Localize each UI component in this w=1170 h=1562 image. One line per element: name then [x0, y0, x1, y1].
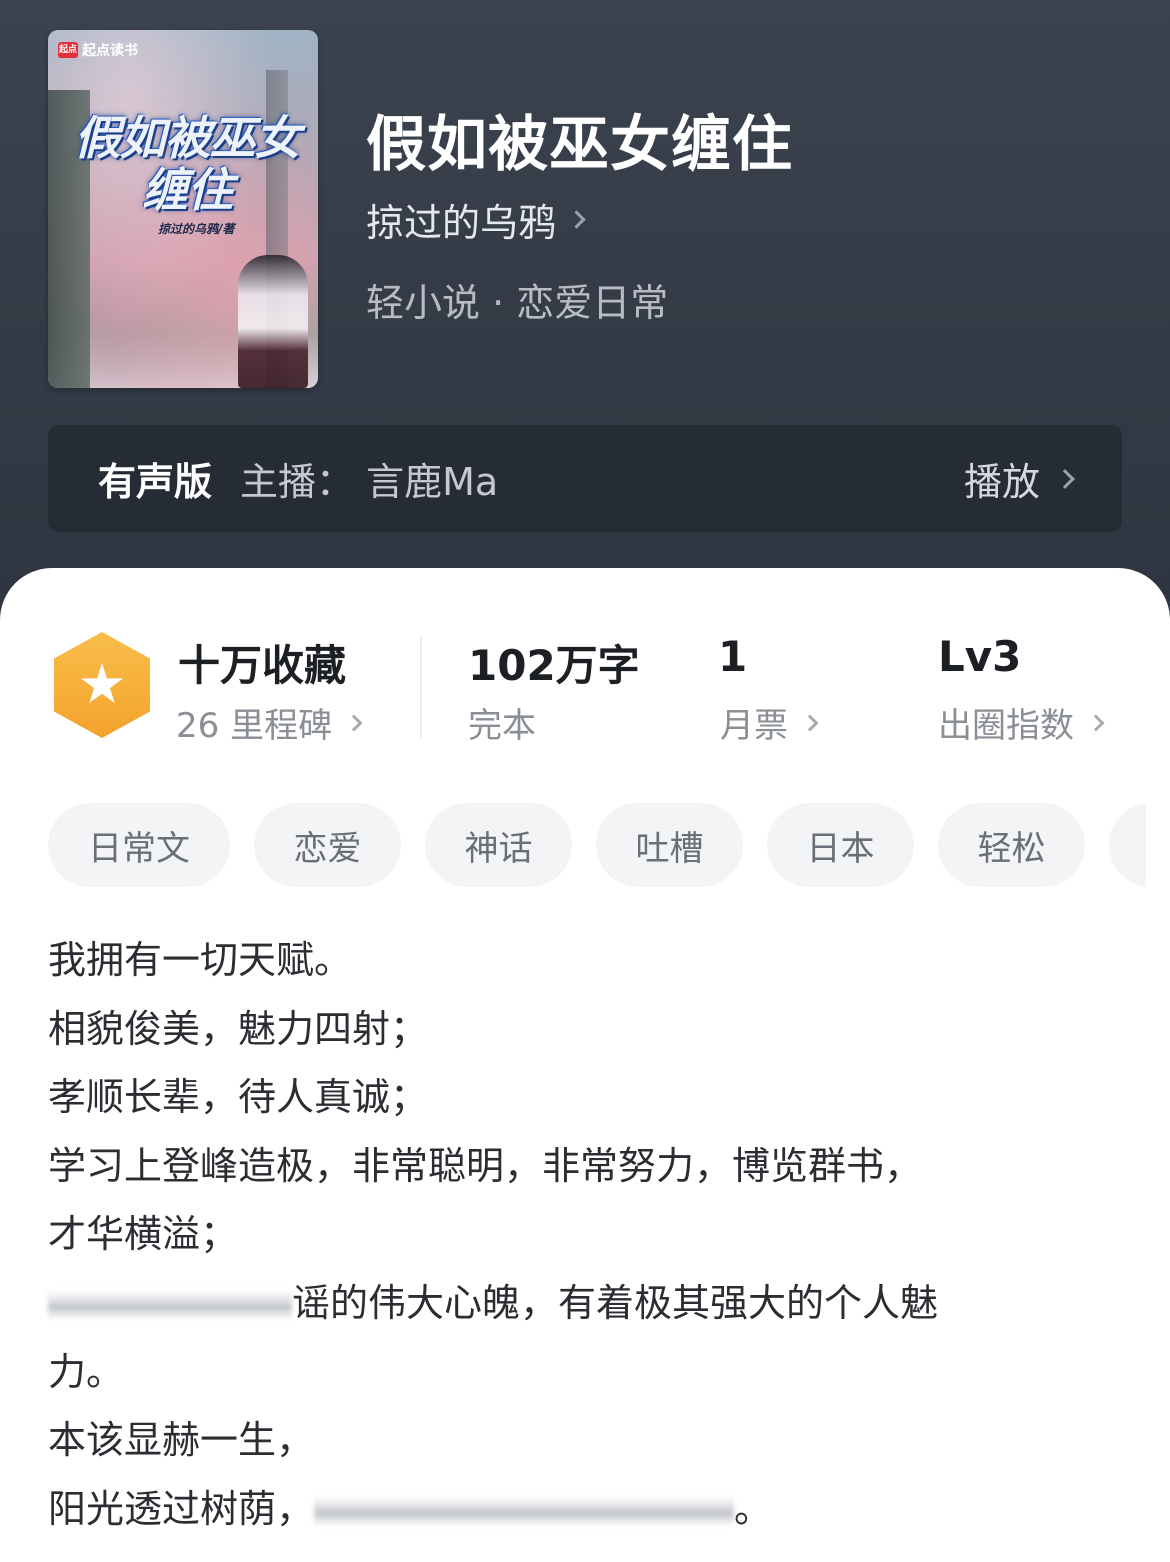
completion-status: 完本: [468, 698, 536, 747]
description-line: 相貌俊美，魅力四射；: [48, 1006, 429, 1051]
chevron-right-icon: [567, 210, 586, 229]
chevron-right-icon: [1087, 714, 1105, 731]
chevron-right-icon: [345, 714, 363, 731]
book-genre: 轻小说 · 恋爱日常: [366, 281, 669, 325]
cover-publisher-label: 起点读书: [82, 43, 138, 59]
description-line-text: 谣的伟大心魄，有着极其强大的个人魅: [292, 1280, 939, 1325]
play-label: 播放: [963, 460, 1040, 504]
chevron-right-icon: [1055, 468, 1075, 489]
stats-row: 十万收藏 26 里程碑 102万字 完本 1 月票 Lv3 出圈指数: [0, 632, 1170, 746]
cover-title: 假如被巫女缠住: [74, 111, 301, 217]
book-cover[interactable]: 起点 起点读书 假如被巫女缠住 掠过的乌鸦/著: [48, 30, 318, 388]
description-line: 才华横溢；: [48, 1212, 239, 1257]
monthly-ticket-label: 月票: [720, 706, 788, 746]
word-count: 102万字: [468, 641, 640, 690]
cover-author: 掠过的乌鸦/著: [158, 222, 235, 236]
description-line-text: 阳光透过树荫，: [48, 1486, 315, 1531]
tag-chip[interactable]: 吐槽: [596, 803, 743, 887]
tag-chip[interactable]: 日本: [767, 803, 914, 887]
description-line: 我拥有一切天赋。: [48, 938, 353, 982]
stats-divider: [420, 636, 422, 738]
tag-chip-overflow[interactable]: [1109, 803, 1146, 887]
popularity-index-link[interactable]: 出圈指数: [938, 698, 1105, 747]
milestones-link[interactable]: 26 里程碑: [176, 698, 363, 747]
author-link[interactable]: 掠过的乌鸦: [366, 192, 586, 247]
star-icon: [80, 663, 124, 704]
qidian-logo-icon: 起点: [58, 42, 78, 58]
description-line: 学习上登峰造极，非常聪明，非常努力，博览群书，: [48, 1143, 923, 1188]
milestones-label: 26 里程碑: [176, 706, 333, 746]
audiobook-host: 主播： 言鹿Ma: [240, 460, 499, 504]
popularity-index-label: 出圈指数: [938, 706, 1074, 746]
chevron-right-icon: [801, 714, 819, 731]
description-line: 阳光透过树荫， 。: [48, 1475, 1128, 1544]
blurred-text: [314, 1496, 735, 1527]
tag-list: 日常文 恋爱 神话 吐槽 日本 轻松: [48, 803, 1146, 887]
blurred-text: [48, 1290, 292, 1321]
description-line: 力。: [48, 1349, 125, 1394]
description-line-end: 。: [734, 1486, 773, 1531]
monthly-ticket-count: 1: [718, 632, 748, 681]
description-line: 本该显赫一生，: [48, 1418, 315, 1463]
cover-art-figure: [238, 255, 308, 388]
completion-label: 完本: [468, 706, 536, 746]
cover-publisher-badge: 起点 起点读书: [58, 40, 138, 60]
tag-chip[interactable]: 日常文: [48, 803, 230, 887]
description-line: 谣的伟大心魄，有着极其强大的个人魅: [48, 1269, 1128, 1338]
popularity-level: Lv3: [938, 632, 1022, 681]
tag-chip[interactable]: 神话: [425, 803, 572, 887]
play-button[interactable]: 播放: [963, 451, 1075, 506]
favorites-badge-icon: [54, 632, 150, 738]
tag-chip[interactable]: 恋爱: [254, 803, 401, 887]
audiobook-bar[interactable]: 有声版 主播： 言鹿Ma 播放: [48, 425, 1122, 532]
favorites-count: 十万收藏: [178, 641, 347, 690]
audiobook-label: 有声版: [98, 460, 213, 504]
book-title: 假如被巫女缠住: [366, 110, 793, 180]
book-description[interactable]: 我拥有一切天赋。 相貌俊美，魅力四射； 孝顺长辈，待人真诚； 学习上登峰造极，非…: [48, 926, 1128, 1543]
author-name: 掠过的乌鸦: [366, 201, 557, 245]
tag-chip[interactable]: 轻松: [938, 803, 1085, 887]
description-line: 孝顺长辈，待人真诚；: [48, 1075, 429, 1120]
monthly-ticket-link[interactable]: 月票: [720, 698, 819, 747]
